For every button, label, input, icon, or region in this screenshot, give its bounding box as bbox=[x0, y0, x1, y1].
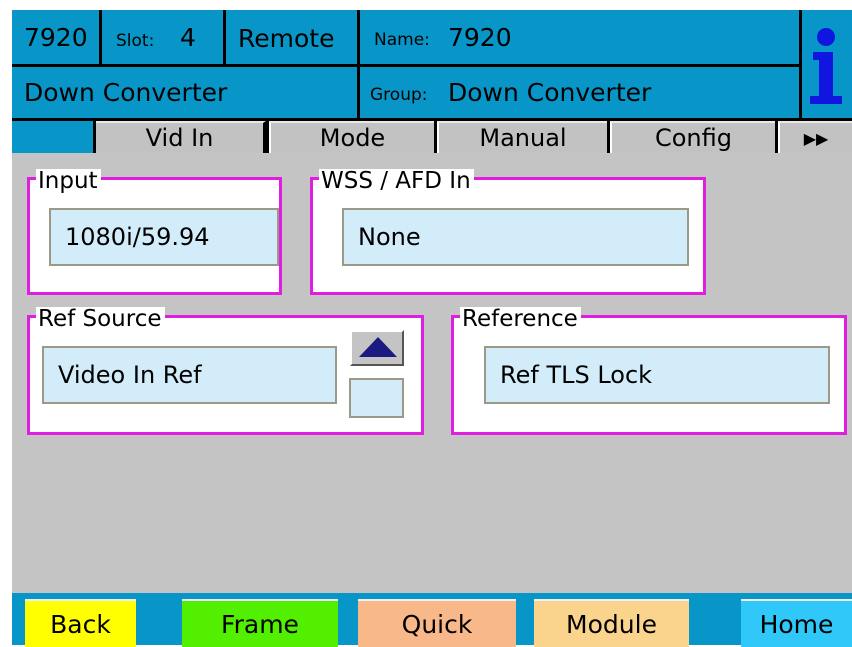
device-id-cell: 7920 bbox=[12, 10, 99, 64]
wss-afd-group-title: WSS / AFD In bbox=[319, 169, 474, 193]
slot-value: 4 bbox=[180, 23, 196, 52]
quick-button[interactable]: Quick bbox=[358, 599, 516, 647]
mode-label: Remote bbox=[238, 24, 335, 53]
home-button-label: Home bbox=[759, 609, 834, 639]
double-right-arrow-icon: ▶▶ bbox=[803, 128, 829, 148]
module-type-cell: Down Converter bbox=[12, 67, 357, 118]
reference-group-title: Reference bbox=[460, 307, 581, 331]
tab-config-label: Config bbox=[654, 124, 732, 152]
ref-source-group: Ref Source Video In Ref bbox=[27, 307, 424, 435]
ref-source-down-button[interactable] bbox=[349, 378, 404, 418]
frame-button-label: Frame bbox=[221, 609, 299, 639]
info-icon[interactable] bbox=[802, 10, 852, 118]
module-type: Down Converter bbox=[24, 78, 228, 107]
module-button[interactable]: Module bbox=[534, 599, 689, 647]
up-arrow-icon bbox=[359, 337, 397, 357]
back-button-label: Back bbox=[50, 609, 111, 639]
group-value: Down Converter bbox=[448, 78, 652, 107]
ref-source-value-field[interactable]: Video In Ref bbox=[42, 346, 337, 404]
module-button-label: Module bbox=[566, 609, 657, 639]
frame-button[interactable]: Frame bbox=[182, 599, 338, 647]
tabs-more-button[interactable]: ▶▶ bbox=[778, 121, 852, 153]
tab-vid-in[interactable]: Vid In bbox=[96, 121, 266, 153]
tab-mode[interactable]: Mode bbox=[269, 121, 434, 153]
wss-afd-value: None bbox=[358, 223, 421, 251]
wss-afd-group: WSS / AFD In None bbox=[310, 169, 706, 295]
tab-manual-label: Manual bbox=[479, 124, 567, 152]
name-label: Name: bbox=[374, 30, 430, 50]
wss-afd-value-field: None bbox=[342, 208, 689, 266]
slot-label: Slot: bbox=[116, 31, 155, 51]
info-cell[interactable] bbox=[802, 10, 852, 118]
input-group: Input 1080i/59.94 bbox=[27, 169, 282, 295]
back-button[interactable]: Back bbox=[25, 599, 136, 647]
tab-mode-label: Mode bbox=[319, 124, 386, 152]
input-group-title: Input bbox=[36, 169, 101, 193]
ref-source-up-button[interactable] bbox=[350, 330, 404, 366]
ref-source-group-title: Ref Source bbox=[36, 307, 165, 331]
tab-vid-in-label: Vid In bbox=[145, 124, 214, 152]
remote-cell: Remote bbox=[226, 10, 357, 64]
input-value-field: 1080i/59.94 bbox=[49, 208, 279, 266]
name-value: 7920 bbox=[448, 23, 512, 52]
device-id: 7920 bbox=[24, 23, 88, 52]
input-value: 1080i/59.94 bbox=[65, 223, 210, 251]
quick-button-label: Quick bbox=[401, 609, 473, 639]
tab-spacer bbox=[12, 121, 93, 153]
slot-cell: Slot: 4 bbox=[102, 10, 223, 64]
tab-config[interactable]: Config bbox=[610, 121, 775, 153]
reference-group: Reference Ref TLS Lock bbox=[451, 307, 847, 435]
name-cell: Name: 7920 bbox=[360, 10, 799, 64]
ref-source-value: Video In Ref bbox=[58, 361, 202, 389]
group-cell: Group: Down Converter bbox=[360, 67, 799, 118]
reference-value: Ref TLS Lock bbox=[500, 361, 653, 389]
group-label: Group: bbox=[370, 85, 428, 105]
tab-manual[interactable]: Manual bbox=[437, 121, 607, 153]
reference-value-field: Ref TLS Lock bbox=[484, 346, 830, 404]
tab-row: Vid In Mode Manual Config ▶▶ bbox=[12, 121, 852, 153]
home-button[interactable]: Home bbox=[741, 599, 852, 647]
